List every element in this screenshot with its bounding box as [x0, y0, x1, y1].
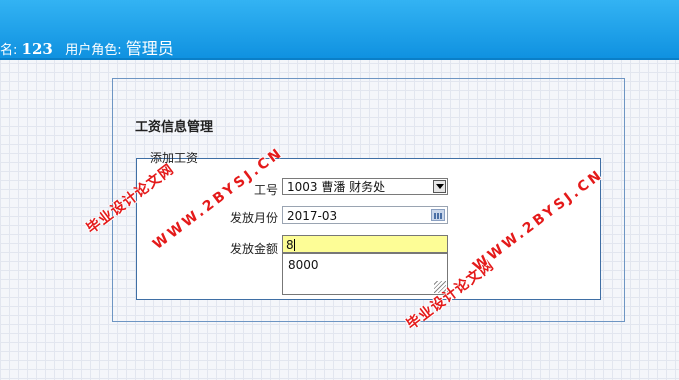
autocomplete-list: 8000 — [282, 253, 448, 295]
employee-select[interactable]: 1003 曹潘 财务处 — [282, 178, 448, 195]
employee-selected-value: 1003 曹潘 财务处 — [287, 180, 386, 194]
amount-value: 8 — [286, 238, 294, 252]
user-info: 名: 123 用户角色: 管理员 — [0, 35, 174, 59]
fieldset-legend: 添加工资 — [150, 151, 199, 165]
autocomplete-option[interactable]: 8000 — [288, 258, 319, 272]
amount-input[interactable]: 8 — [282, 235, 448, 253]
month-label: 发放月份 — [229, 211, 278, 225]
amount-label: 发放金额 — [229, 242, 278, 256]
calendar-icon[interactable] — [431, 209, 445, 221]
chevron-down-icon[interactable] — [433, 180, 446, 193]
user-name: 123 — [21, 40, 53, 58]
user-prefix: 名: — [0, 43, 18, 58]
role-prefix: 用户角色: — [65, 43, 122, 58]
month-value: 2017-03 — [287, 209, 338, 223]
top-banner: 名: 123 用户角色: 管理员 — [0, 0, 679, 60]
month-date-field[interactable]: 2017-03 — [282, 206, 448, 224]
role-name: 管理员 — [125, 39, 174, 58]
text-caret — [293, 239, 295, 251]
page-title: 工资信息管理 — [135, 120, 214, 135]
